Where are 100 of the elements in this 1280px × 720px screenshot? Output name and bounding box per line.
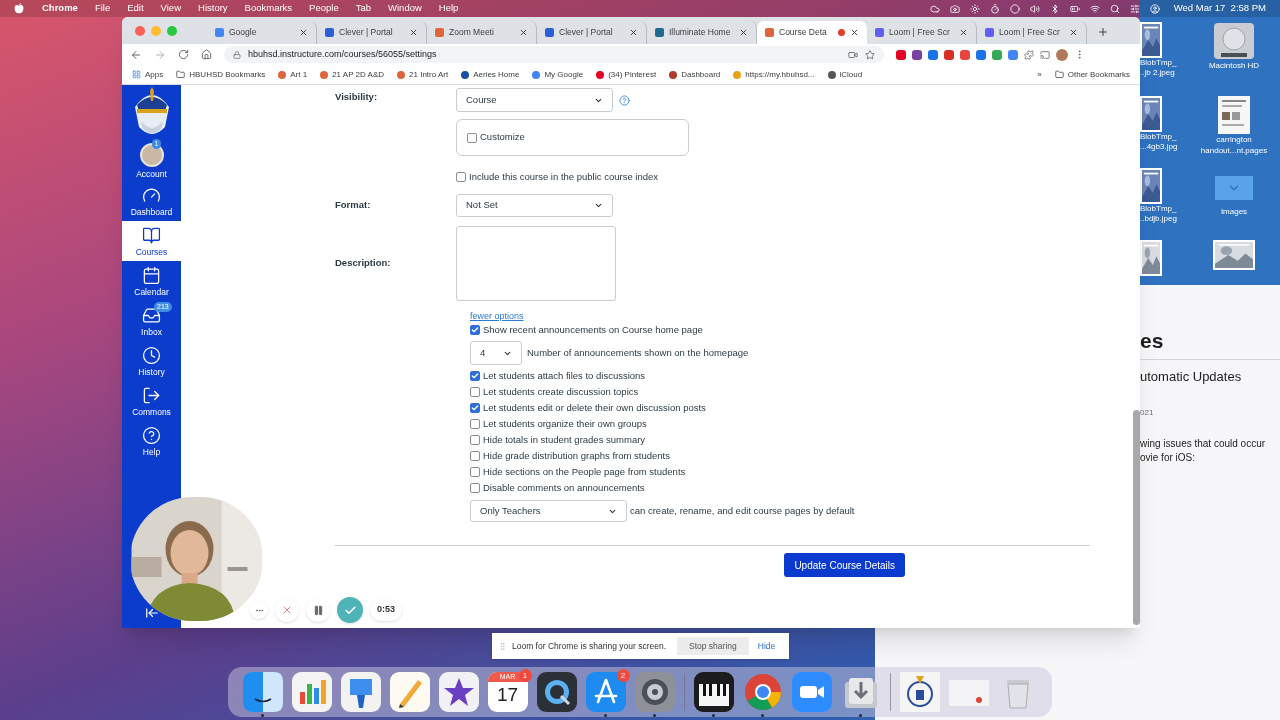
close-icon[interactable] <box>959 28 968 37</box>
link[interactable]: fewer options <box>470 311 524 322</box>
close-icon[interactable] <box>629 28 638 37</box>
grip-icon[interactable] <box>498 641 507 651</box>
camera-icon[interactable] <box>949 3 960 14</box>
bookmark[interactable]: Other Bookmarks <box>1054 68 1130 81</box>
description-field[interactable] <box>456 226 616 301</box>
close-icon[interactable] <box>739 28 748 37</box>
nav-item[interactable]: Help <box>122 421 181 461</box>
apple-logo[interactable] <box>14 3 24 14</box>
new-tab-icon[interactable] <box>1097 26 1109 38</box>
bookmark[interactable]: Dashboard <box>669 68 721 81</box>
extension-icon[interactable] <box>896 49 906 60</box>
browser-tab[interactable]: Zoom Meeti <box>427 21 537 44</box>
menu-item[interactable]: People <box>309 1 339 16</box>
checkbox[interactable] <box>470 483 480 493</box>
nav-item[interactable]: Dashboard <box>122 181 181 221</box>
extension-icon[interactable] <box>944 49 954 60</box>
back-icon[interactable] <box>130 48 142 61</box>
browser-tab[interactable]: Course Deta <box>757 21 867 44</box>
extensions-icon[interactable] <box>1024 49 1034 60</box>
bookmark[interactable]: Apps <box>132 68 164 81</box>
q-logo-icon[interactable] <box>536 672 577 712</box>
nav-item[interactable]: Commons <box>122 381 181 421</box>
collapse-icon[interactable] <box>144 606 159 620</box>
browser-tab[interactable]: Google <box>207 21 317 44</box>
user-icon[interactable] <box>1149 3 1160 14</box>
extension-icon[interactable] <box>1008 49 1018 60</box>
battery-icon[interactable] <box>1069 3 1080 14</box>
checkbox[interactable] <box>470 419 480 429</box>
extension-icon[interactable] <box>992 49 1002 60</box>
checkbox[interactable] <box>470 387 480 397</box>
cloud-icon[interactable] <box>929 3 940 14</box>
profile-avatar[interactable] <box>1056 48 1068 61</box>
clock[interactable]: Wed Mar 17 2:58 PM <box>1173 1 1266 16</box>
checkbox[interactable] <box>470 325 480 335</box>
menu-item[interactable]: File <box>94 1 111 16</box>
browser-logo-icon[interactable] <box>742 672 783 712</box>
bookmark[interactable]: iCloud <box>827 68 863 81</box>
finder-icon[interactable] <box>242 672 283 712</box>
nav-item[interactable]: Calendar <box>122 261 181 301</box>
wifi-icon[interactable] <box>1089 3 1100 14</box>
scrollbar-thumb[interactable] <box>1133 410 1140 625</box>
search-icon[interactable] <box>1109 3 1120 14</box>
gear-icon[interactable] <box>634 672 675 712</box>
menu-item[interactable]: Bookmarks <box>244 1 293 16</box>
reload-icon[interactable] <box>178 49 189 60</box>
count-select[interactable]: 4 <box>470 341 522 365</box>
extension-icon[interactable] <box>976 49 986 60</box>
browser-tab[interactable]: Loom | Free Scr <box>977 21 1087 44</box>
podium-icon[interactable] <box>340 672 381 712</box>
bookmark-star-icon[interactable] <box>865 49 875 60</box>
menu-item[interactable]: Tab <box>355 1 371 16</box>
timer-icon[interactable] <box>989 3 1000 14</box>
checkbox[interactable] <box>456 172 466 182</box>
close-icon[interactable] <box>299 28 308 37</box>
close-icon[interactable] <box>519 28 528 37</box>
home-icon[interactable] <box>201 49 212 60</box>
bookmark[interactable]: My Google <box>532 68 584 81</box>
address-bar[interactable]: hbuhsd.instructure.com/courses/56055/settings <box>224 46 884 63</box>
update-button[interactable]: Update Course Details <box>784 553 905 577</box>
browser-tab[interactable]: Clever | Portal <box>537 21 647 44</box>
menu-item[interactable]: Window <box>388 1 422 16</box>
bookmark[interactable]: https://my.hbuhsd... <box>733 68 815 81</box>
checkbox[interactable] <box>470 371 480 381</box>
circle-icon[interactable] <box>1009 3 1020 14</box>
bluetooth-icon[interactable] <box>1049 3 1060 14</box>
menu-item[interactable]: History <box>198 1 228 16</box>
visibility-select[interactable]: Course <box>456 88 613 112</box>
bar-chart-icon[interactable] <box>291 672 332 712</box>
menu-item[interactable]: Help <box>438 1 459 16</box>
cast-icon[interactable] <box>1040 49 1050 60</box>
menu-item[interactable]: Chrome <box>42 1 78 16</box>
sliders-icon[interactable] <box>1129 3 1140 14</box>
bookmark[interactable]: Art 1 <box>278 68 308 81</box>
bookmark[interactable]: 21 Intro Art <box>397 68 449 81</box>
nav-item[interactable]: History <box>122 341 181 381</box>
extension-icon[interactable] <box>960 49 970 60</box>
close-button[interactable] <box>135 26 145 36</box>
role-select[interactable]: Only Teachers <box>470 500 627 522</box>
document-icon[interactable] <box>1218 96 1250 134</box>
nav-item[interactable]: Courses <box>122 221 181 261</box>
emblem-icon[interactable] <box>899 672 940 712</box>
video-camera-icon[interactable] <box>791 672 832 712</box>
bookmark[interactable]: HBUHSD Bookmarks <box>176 68 266 81</box>
pencil-icon[interactable] <box>389 672 430 712</box>
checkbox[interactable] <box>470 435 480 445</box>
browser-tab[interactable]: Clever | Portal <box>317 21 427 44</box>
checkbox[interactable] <box>467 132 477 143</box>
menu-item[interactable]: View <box>160 1 181 16</box>
checkbox[interactable] <box>470 403 480 413</box>
sun-icon[interactable] <box>969 3 980 14</box>
stop-sharing-button[interactable]: Stop sharing <box>677 637 749 655</box>
app-store-icon[interactable] <box>585 672 626 712</box>
hide-link[interactable]: Hide <box>757 639 776 653</box>
bookmark[interactable]: Aeries Home <box>461 68 520 81</box>
more-bookmarks[interactable]: » <box>1037 68 1042 81</box>
hard-drive-icon[interactable] <box>1213 22 1255 60</box>
checkbox[interactable] <box>470 467 480 477</box>
close-icon[interactable] <box>850 28 859 37</box>
